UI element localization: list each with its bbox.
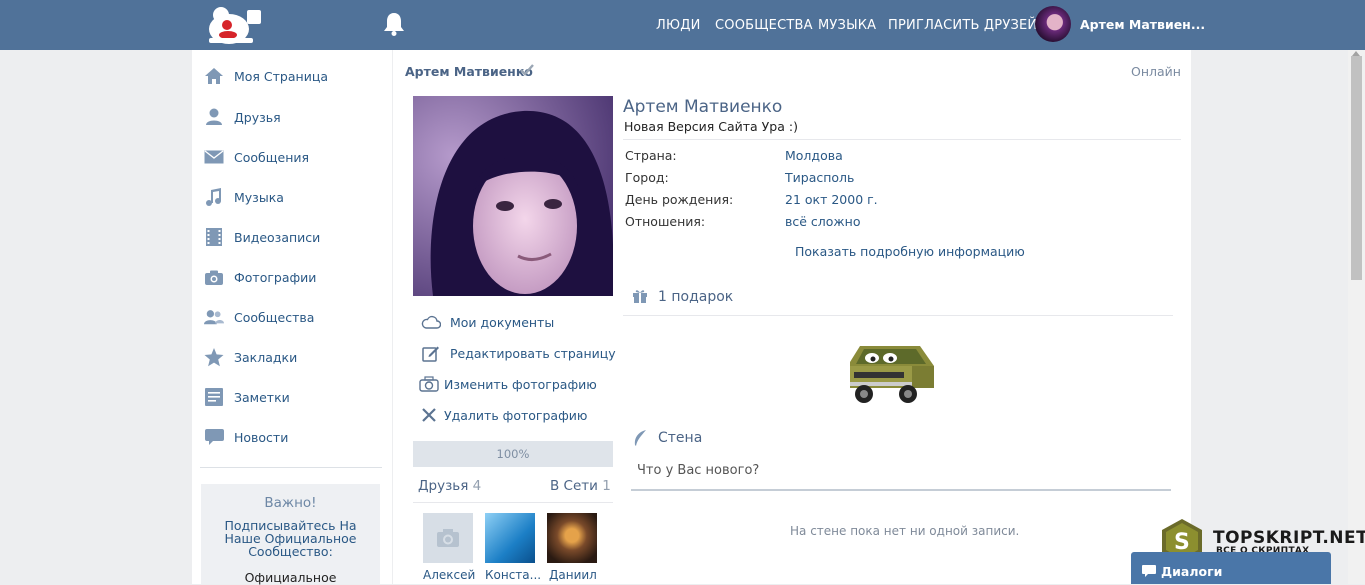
wall-header[interactable]: Стена [658,430,702,446]
info-label: Страна: [625,148,677,163]
friend-name[interactable]: Даниил [549,568,605,582]
film-icon [204,227,224,247]
nav-music[interactable]: МУЗЫКА [818,18,876,33]
gift-hummer-image[interactable] [846,338,942,406]
friend-avatar[interactable] [485,513,535,563]
sidebar-item-label: Новости [234,429,289,445]
friends-divider [413,502,613,503]
info-label: Город: [625,170,669,185]
delete-photo-link[interactable]: Удалить фотографию [419,404,587,426]
nav-communities[interactable]: СООБЩЕСТВА [715,18,813,33]
wall-empty-message: На стене пока нет ни одной записи. [790,524,1020,538]
wall-post-input[interactable]: Что у Вас нового? [637,463,759,478]
cloud-icon [421,312,441,332]
wall-input-underline [631,489,1171,491]
scrollbar-thumb[interactable] [1351,56,1362,280]
close-icon [419,405,439,425]
friends-header[interactable]: Друзья 4 [418,478,481,494]
sidebar-item-label: Сообщения [234,149,310,165]
important-text-2[interactable]: Официальное [201,570,380,585]
sidebar-item-label: Фотографии [234,269,317,285]
sidebar-item-label: Заметки [234,389,290,405]
info-value-relationship[interactable]: всё сложно [785,214,861,229]
sidebar-item-label: Моя Страница [234,68,328,84]
sidebar-item-label: Музыка [234,189,284,205]
sidebar-item-label: Друзья [234,109,281,125]
page-owner-name[interactable]: Артем Матвиенко [405,64,533,79]
camera-icon [204,267,224,287]
info-label: День рождения: [625,192,734,207]
sidebar-item-photos[interactable]: Фотографии [204,263,384,291]
online-status: Онлайн [1131,64,1181,79]
users-icon [204,307,224,327]
feather-icon [634,430,646,446]
online-friends-header[interactable]: В Сети 1 [550,478,611,494]
action-label: Изменить фотографию [444,376,597,392]
sidebar-item-label: Видеозаписи [234,229,321,245]
info-value-country[interactable]: Молдова [785,148,843,163]
comment-icon [204,427,224,447]
sidebar-item-label: Сообщества [234,309,315,325]
sidebar-item-friends[interactable]: Друзья [204,103,384,131]
action-label: Мои документы [450,314,555,330]
important-block: Важно! Подписывайтесь На Наше Официально… [201,484,380,585]
dialogs-button[interactable]: Диалоги [1131,552,1331,584]
divider [623,139,1181,140]
nav-invite-friends[interactable]: ПРИГЛАСИТЬ ДРУЗЕЙ [888,18,1037,33]
sidebar-item-communities[interactable]: Сообщества [204,303,384,331]
note-icon [204,387,224,407]
friend-avatar[interactable] [547,513,597,563]
friend-name[interactable]: Алексей [423,568,479,582]
verified-check-icon [520,64,534,76]
info-value-city[interactable]: Тирасполь [785,170,854,185]
gift-icon [633,290,647,303]
watermark-title: TOPSKRIPT.NET [1213,528,1365,548]
nav-people[interactable]: ЛЮДИ [656,18,701,33]
edit-page-link[interactable]: Редактировать страницу [421,342,616,364]
sidebar-item-messages[interactable]: Сообщения [204,143,384,171]
home-icon [204,66,224,86]
important-title: Важно! [264,495,317,511]
top-username[interactable]: Артем Матвиен... [1080,17,1205,32]
sidebar-item-notes[interactable]: Заметки [204,383,384,411]
sidebar-item-label: Закладки [234,349,298,365]
my-documents-link[interactable]: Мои документы [421,311,554,333]
dialogs-label: Диалоги [1161,564,1223,579]
avatar[interactable] [1035,6,1071,42]
camera-icon [419,374,439,394]
sidebar-item-music[interactable]: Музыка [204,183,384,211]
profile-full-name: Артем Матвиенко [623,97,783,117]
important-text[interactable]: Подписывайтесь На Наше Официальное Сообщ… [211,519,370,558]
info-label: Отношения: [625,214,706,229]
gifts-header[interactable]: 1 подарок [658,289,733,305]
info-value-birthday[interactable]: 21 окт 2000 г. [785,192,878,207]
sidebar-item-my-page[interactable]: Моя Страница [204,62,384,90]
camera-icon [437,529,459,547]
star-icon [204,347,224,367]
show-more-info-link[interactable]: Показать подробную информацию [795,244,1025,259]
action-label: Редактировать страницу [450,345,616,361]
divider [623,315,1173,316]
profile-photo[interactable] [413,96,613,296]
change-photo-link[interactable]: Изменить фотографию [419,373,597,395]
chat-icon [1142,565,1156,577]
sidebar-item-news[interactable]: Новости [204,423,384,451]
site-logo-icon[interactable] [203,4,265,46]
edit-icon [421,343,441,363]
bell-icon[interactable] [382,11,406,37]
user-icon [204,107,224,127]
profile-progress-bar: 100% [413,441,613,467]
action-label: Удалить фотографию [444,407,588,423]
mail-icon [204,147,224,167]
sidebar-item-videos[interactable]: Видеозаписи [204,223,384,251]
sidebar-item-bookmarks[interactable]: Закладки [204,343,384,371]
music-icon [204,187,224,207]
sidebar-divider [200,467,382,468]
profile-status[interactable]: Новая Версия Сайта Ура :) [624,119,798,134]
friend-name[interactable]: Конста... [485,568,541,582]
friend-avatar[interactable] [423,513,473,563]
